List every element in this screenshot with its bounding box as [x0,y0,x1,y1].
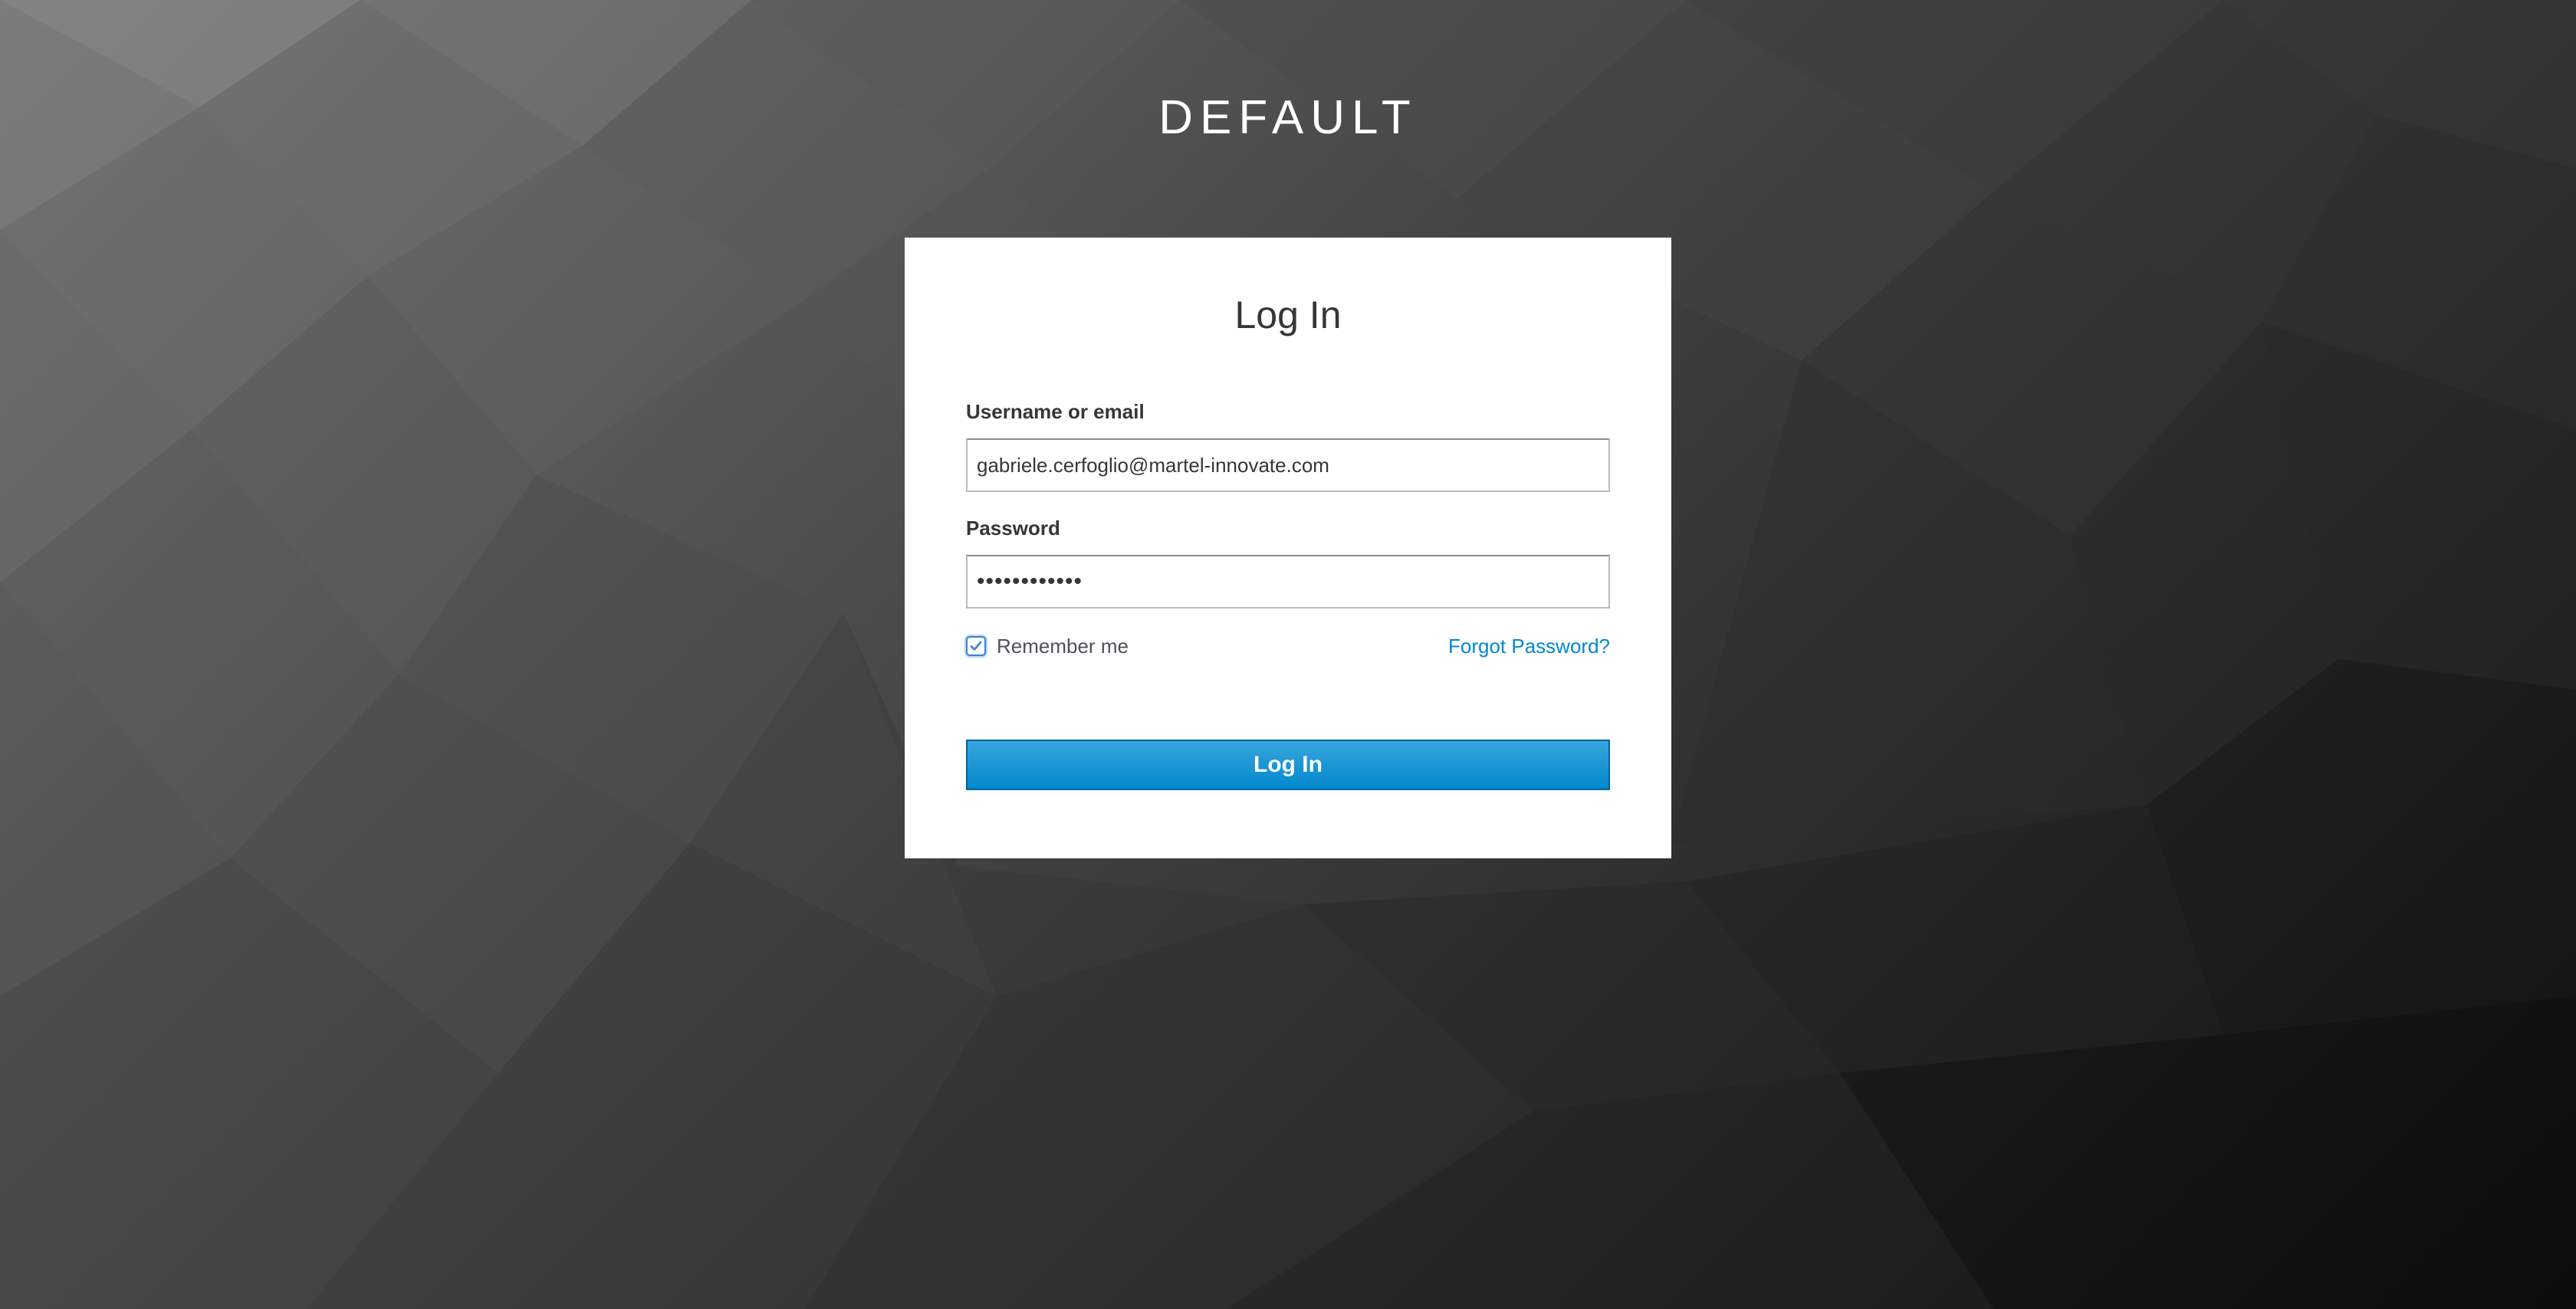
password-input[interactable] [966,555,1610,609]
checkbox-box[interactable] [966,636,986,656]
remember-me-checkbox[interactable]: Remember me [966,633,1129,659]
password-label: Password [966,517,1060,540]
login-heading: Log In [1234,294,1342,336]
forgot-password-link[interactable]: Forgot Password? [1448,635,1610,658]
username-input[interactable] [966,438,1610,492]
login-button[interactable]: Log In [966,740,1610,790]
realm-title: DEFAULT [1158,91,1418,144]
remember-me-label: Remember me [997,634,1129,658]
username-label: Username or email [966,400,1145,423]
login-card: Log In Username or email Password Rememb… [905,238,1671,858]
checkmark-icon [970,641,982,651]
